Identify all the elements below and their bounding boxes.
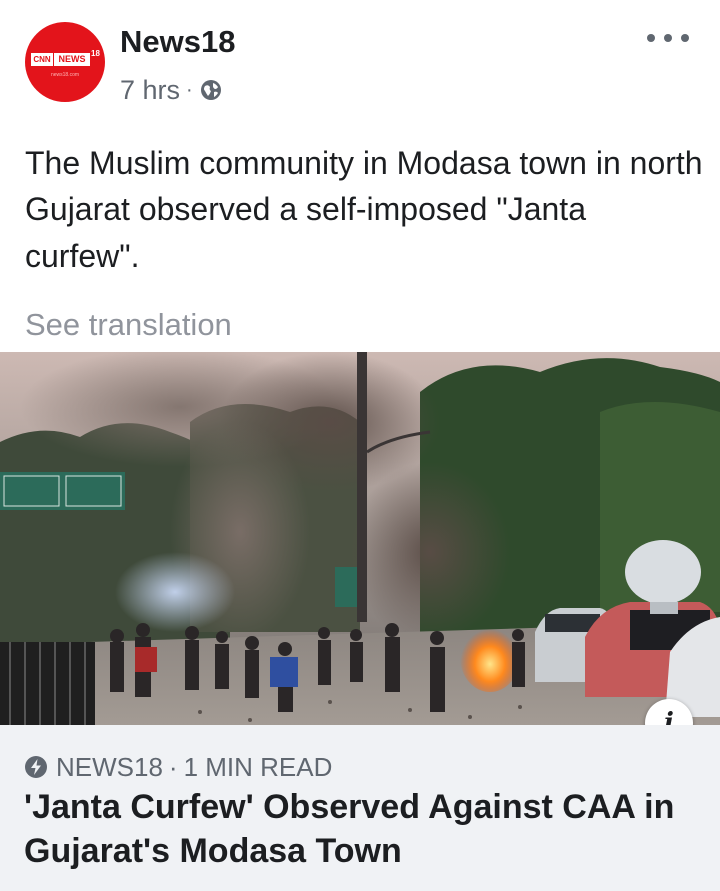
post-time[interactable]: 7 hrs	[120, 75, 180, 106]
instant-article-bolt-icon	[25, 756, 47, 778]
avatar-brand-right: NEWS	[54, 53, 90, 66]
link-separator: ·	[168, 751, 178, 782]
avatar-logo: CNN NEWS 18	[31, 49, 100, 68]
globe-icon	[200, 80, 221, 100]
link-source-row: NEWS18 · 1 MIN READ	[24, 752, 332, 782]
post-header: CNN NEWS 18 news18.com News18 7 hrs ·	[0, 0, 720, 120]
post-photo[interactable]	[0, 352, 720, 725]
avatar-brand-number: 18	[91, 49, 100, 58]
page-avatar[interactable]: CNN NEWS 18 news18.com	[25, 22, 105, 102]
link-read-time: 1 MIN READ	[183, 751, 333, 782]
post-text: The Muslim community in Modasa town in n…	[25, 145, 703, 274]
meta-separator: ·	[186, 78, 193, 101]
page-name[interactable]: News18	[120, 24, 235, 60]
see-translation-link[interactable]: See translation	[25, 307, 232, 343]
link-source: NEWS18	[56, 751, 163, 782]
post-meta: 7 hrs ·	[120, 73, 223, 107]
avatar-url: news18.com	[50, 72, 80, 78]
link-title[interactable]: 'Janta Curfew' Observed Against CAA in G…	[24, 785, 704, 873]
avatar-brand-left: CNN	[31, 53, 53, 66]
more-options-icon[interactable]	[644, 28, 692, 48]
